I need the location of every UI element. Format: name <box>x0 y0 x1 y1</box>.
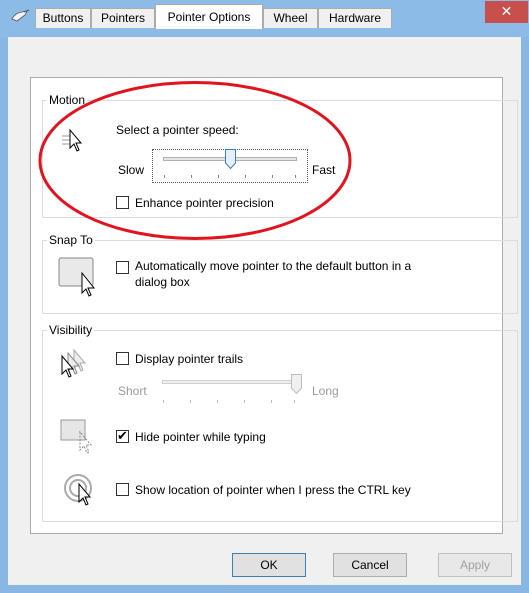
slider-tick <box>271 400 272 403</box>
mouse-properties-window: Mouse Properties ✕ Buttons Pointers Poin… <box>0 0 529 593</box>
snap-to-group: Snap To <box>42 233 518 314</box>
tab-wheel[interactable]: Wheel <box>263 8 318 28</box>
snap-to-label: Automatically move pointer to the defaul… <box>135 259 412 273</box>
show-location-label: Show location of pointer when I press th… <box>135 483 411 497</box>
tab-label: Hardware <box>328 11 382 25</box>
trail-length-slider[interactable] <box>152 372 308 406</box>
close-icon: ✕ <box>500 3 513 19</box>
apply-button[interactable]: Apply <box>438 553 512 577</box>
red-highlight-ellipse <box>38 81 352 240</box>
trail-slider-thumb[interactable] <box>290 374 302 394</box>
short-label: Short <box>118 384 147 398</box>
slider-tick <box>294 400 295 403</box>
checkmark-icon: ✔ <box>117 428 128 443</box>
tab-pointer-options[interactable]: Pointer Options <box>155 4 263 29</box>
snap-to-icon <box>58 257 96 297</box>
pointer-location-icon <box>64 474 92 506</box>
pointer-trails-icon <box>61 348 87 378</box>
pointer-trails-checkbox[interactable] <box>116 352 129 365</box>
tab-label: Wheel <box>273 11 308 25</box>
hide-pointer-icon <box>60 419 93 454</box>
slider-tick <box>244 400 245 403</box>
visibility-group-label: Visibility <box>47 323 95 337</box>
trail-slider-track <box>162 380 296 384</box>
tab-hardware[interactable]: Hardware <box>318 8 392 28</box>
slider-tick <box>163 400 164 403</box>
show-location-checkbox[interactable] <box>116 483 129 496</box>
slider-tick <box>217 400 218 403</box>
hide-pointer-checkbox[interactable]: ✔ <box>116 428 129 443</box>
tab-buttons[interactable]: Buttons <box>35 8 91 28</box>
tab-label: Pointers <box>100 11 146 25</box>
snap-to-label-line2: dialog box <box>135 275 190 289</box>
hide-pointer-label: Hide pointer while typing <box>135 430 266 444</box>
tab-label: Buttons <box>42 11 84 25</box>
slider-tick <box>190 400 191 403</box>
ok-button[interactable]: OK <box>232 553 306 577</box>
pointer-trails-label: Display pointer trails <box>135 352 244 366</box>
tab-label: Pointer Options <box>167 10 251 24</box>
snap-to-default-checkbox[interactable] <box>116 261 129 274</box>
close-button[interactable]: ✕ <box>485 1 528 23</box>
tab-pointers[interactable]: Pointers <box>91 8 155 28</box>
cancel-button[interactable]: Cancel <box>333 553 407 577</box>
long-label: Long <box>312 384 339 398</box>
